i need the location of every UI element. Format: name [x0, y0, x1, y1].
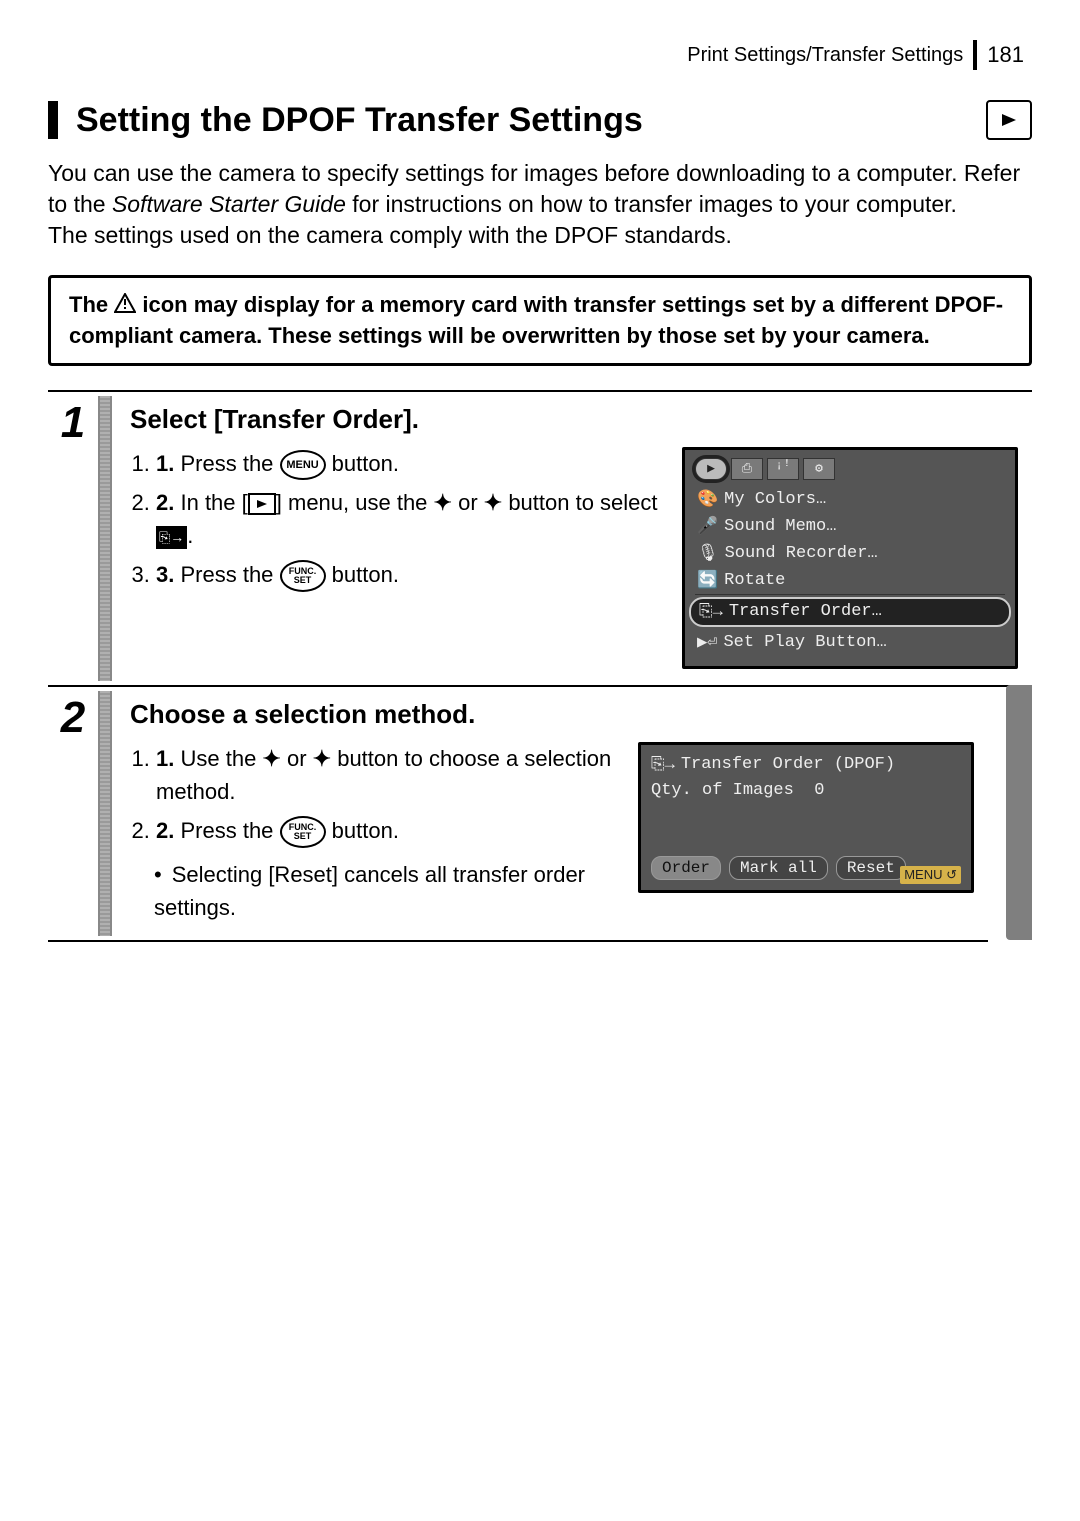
step-divider: [98, 691, 112, 936]
step-1-heading: Select [Transfer Order].: [130, 404, 1018, 435]
page-number: 181: [987, 42, 1024, 68]
menu-item: 🎤Sound Memo…: [695, 513, 1005, 540]
step1-sub1: 1. Press the MENU button.: [156, 447, 664, 480]
option-mark-all: Mark all: [729, 856, 828, 880]
menu-item: 🎨My Colors…: [695, 486, 1005, 513]
step2-sub2: 2. Press the FUNC. SET button.: [156, 814, 620, 848]
func-set-button-icon: FUNC. SET: [280, 560, 326, 592]
page-title: Setting the DPOF Transfer Settings: [48, 100, 1032, 140]
menu-item: 🎙Sound Recorder…: [695, 540, 1005, 567]
tools-tab-icon: ꜟꜝ: [767, 458, 799, 480]
transfer-order-icon: ⎘→: [156, 526, 187, 549]
play-tab-icon: ▶: [695, 458, 727, 480]
left-arrow-icon: ✦: [262, 746, 280, 771]
header-divider-thick: [973, 40, 977, 70]
menu-button-icon: MENU: [280, 450, 326, 480]
step-2: 2 Choose a selection method. 1. Use the …: [48, 685, 988, 942]
step-1-number: 1: [48, 392, 98, 685]
intro-part2: for instructions on how to transfer imag…: [346, 191, 957, 217]
section-title: Print Settings/Transfer Settings: [687, 44, 963, 67]
title-accent-bar: [48, 101, 58, 139]
warning-note: The icon may display for a memory card w…: [48, 275, 1032, 366]
menu-item: 🔄Rotate: [695, 567, 1005, 595]
step1-sub3: 3. Press the FUNC. SET button.: [156, 558, 664, 592]
qty-row: Qty. of Images 0: [651, 781, 961, 800]
menu-item: ▶⏎Set Play Button…: [695, 629, 1005, 656]
menu-back-indicator: MENU ↺: [900, 866, 961, 884]
func-set-button-icon: FUNC. SET: [280, 816, 326, 848]
transfer-icon: ⎘→: [651, 755, 675, 775]
screen-title: Transfer Order (DPOF): [681, 755, 895, 775]
camera-screen-transfer: ⎘→ Transfer Order (DPOF) Qty. of Images 0…: [638, 742, 974, 893]
option-order: Order: [651, 856, 721, 880]
right-arrow-icon: ✦: [313, 746, 331, 771]
up-arrow-icon: ✦: [434, 490, 452, 515]
menu-item-selected: ⎘→Transfer Order…: [689, 597, 1011, 627]
step-divider: [98, 396, 112, 681]
step1-sub2: 2. In the [] menu, use the ✦ or ✦ button…: [156, 486, 664, 552]
section-thumb-tab: [1006, 685, 1032, 940]
down-arrow-icon: ✦: [484, 490, 502, 515]
print-tab-icon: ⎙: [731, 458, 763, 480]
option-reset: Reset: [836, 856, 906, 880]
step-2-number: 2: [48, 687, 98, 940]
warning-icon: [114, 291, 136, 321]
step-2-heading: Choose a selection method.: [130, 699, 974, 730]
intro-line2: The settings used on the camera comply w…: [48, 222, 732, 248]
intro-guide-name: Software Starter Guide: [112, 191, 346, 217]
playback-mode-icon: [986, 100, 1032, 140]
camera-screen-menu: ▶ ⎙ ꜟꜝ ⚙ 🎨My Colors… 🎤Sound Memo… 🎙Sound…: [682, 447, 1018, 669]
setup-tab-icon: ⚙: [803, 458, 835, 480]
page-header: Print Settings/Transfer Settings 181: [48, 40, 1032, 70]
intro-text: You can use the camera to specify settin…: [48, 158, 1032, 251]
step2-sub1: 1. Use the ✦ or ✦ button to choose a sel…: [156, 742, 620, 808]
play-tab-icon: [248, 493, 276, 515]
step2-bullet: Selecting [Reset] cancels all transfer o…: [154, 858, 620, 924]
step-1: 1 Select [Transfer Order]. 1. Press the …: [48, 390, 1032, 687]
note-post: icon may display for a memory card with …: [69, 292, 1003, 348]
note-pre: The: [69, 292, 114, 317]
title-text: Setting the DPOF Transfer Settings: [76, 101, 643, 140]
